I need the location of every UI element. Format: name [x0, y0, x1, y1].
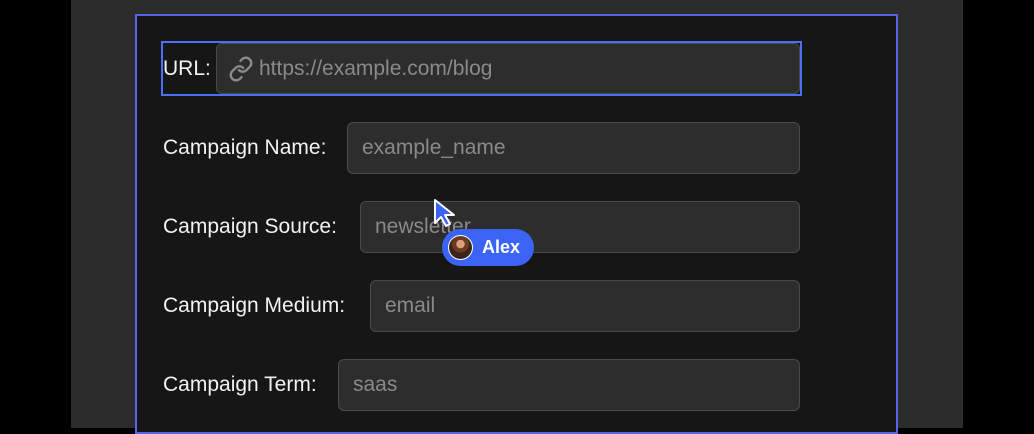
collaborator-cursor-icon: [434, 199, 455, 227]
campaign-term-label: Campaign Term:: [163, 373, 317, 396]
url-label-row: URL:: [163, 57, 211, 81]
link-icon: [227, 55, 255, 83]
campaign-medium-label: Campaign Medium:: [163, 294, 346, 317]
collaborator-badge: Alex: [442, 229, 535, 266]
campaign-source-label: Campaign Source:: [163, 215, 337, 238]
campaign-term-label-row: Campaign Term:: [163, 373, 317, 397]
url-placeholder: https://example.com/blog: [259, 56, 493, 80]
stage: URL: https://example.com/blog Campaign N…: [0, 0, 1034, 434]
collaborator-name: Alex: [482, 237, 521, 257]
campaign-medium-placeholder: email: [385, 294, 436, 317]
url-label: URL:: [163, 57, 211, 80]
campaign-term-input[interactable]: saas: [338, 359, 800, 411]
campaign-source-input[interactable]: newsletter: [360, 201, 800, 253]
campaign-medium-input[interactable]: email: [370, 280, 800, 332]
campaign-name-placeholder: example_name: [362, 136, 506, 159]
avatar: [448, 235, 473, 260]
campaign-source-label-row: Campaign Source:: [163, 215, 337, 239]
campaign-name-label-row: Campaign Name:: [163, 136, 326, 160]
campaign-name-label: Campaign Name:: [163, 136, 327, 159]
url-input[interactable]: https://example.com/blog: [216, 43, 800, 94]
campaign-term-placeholder: saas: [353, 373, 398, 396]
campaign-name-input[interactable]: example_name: [347, 122, 800, 174]
campaign-medium-label-row: Campaign Medium:: [163, 294, 345, 318]
